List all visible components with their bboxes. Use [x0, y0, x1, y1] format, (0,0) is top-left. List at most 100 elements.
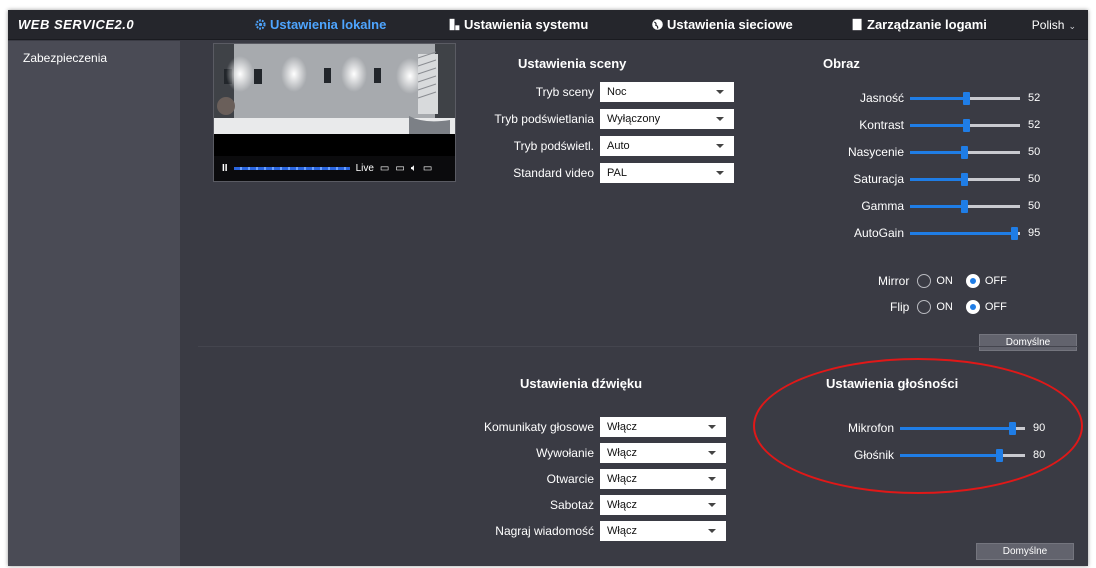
tab-network-settings[interactable]: Ustawienia sieciowe [651, 17, 793, 32]
image-slider-slider[interactable] [910, 172, 1020, 186]
volume-slider-slider[interactable] [900, 421, 1025, 435]
scene-field-row: Tryb podświetl. Auto [486, 136, 734, 156]
sound-field-select[interactable]: Włącz [600, 417, 726, 437]
image-slider-fill [910, 231, 1015, 235]
image-slider-slider[interactable] [910, 226, 1020, 240]
image-slider-row: AutoGain 95 [814, 226, 1040, 240]
image-slider-row: Nasycenie 50 [814, 145, 1040, 159]
image-slider-label: Nasycenie [847, 145, 904, 159]
image-slider-label: AutoGain [853, 226, 904, 240]
scene-field-select[interactable]: Auto [600, 136, 734, 156]
sound-field-value: Włącz [607, 499, 637, 511]
chevron-down-icon [708, 477, 716, 481]
chevron-down-icon [716, 171, 724, 175]
sound-field-label: Otwarcie [546, 472, 594, 486]
volume-settings-title: Ustawienia głośności [826, 376, 959, 391]
image-slider-value: 50 [1028, 200, 1041, 212]
chevron-down-icon [716, 117, 724, 121]
image-default-button[interactable]: Domyślne [979, 334, 1077, 351]
image-slider-thumb[interactable] [961, 145, 968, 159]
tab-local-settings[interactable]: Ustawienia lokalne [254, 17, 386, 32]
video-progress-bar[interactable] [233, 167, 350, 170]
tab-log-management[interactable]: Zarządzanie logami [851, 17, 987, 32]
volume-slider-fill [900, 453, 1000, 457]
volume-slider-thumb[interactable] [996, 448, 1003, 462]
brand-logo: WEB SERVICE2.0 [18, 17, 135, 32]
image-slider-label: Jasność [859, 91, 904, 105]
image-slider-slider[interactable] [910, 199, 1020, 213]
chevron-down-icon [716, 144, 724, 148]
chevron-down-icon [708, 503, 716, 507]
sidebar-item-security[interactable]: Zabezpieczenia [8, 41, 180, 65]
image-slider-thumb[interactable] [1011, 226, 1018, 240]
sound-field-label: Wywołanie [536, 446, 594, 460]
image-slider-fill [910, 123, 967, 127]
sound-field-label: Nagraj wiadomość [495, 524, 594, 538]
scene-field-select[interactable]: Wyłączony [600, 109, 734, 129]
language-select[interactable]: Polish ⌄ [1032, 18, 1076, 32]
volume-slider-label: Mikrofon [847, 421, 894, 435]
image-slider-thumb[interactable] [963, 118, 970, 132]
sound-field-select[interactable]: Włącz [600, 443, 726, 463]
scene-field-value: Auto [607, 140, 630, 152]
tab-system-settings[interactable]: Ustawienia systemu [448, 17, 588, 32]
video-controls: II Live ▭ ▭ 🔈︎ ▭ [214, 156, 455, 181]
scene-field-select[interactable]: Noc [600, 82, 734, 102]
image-slider-slider[interactable] [910, 118, 1020, 132]
image-slider-label: Gamma [861, 199, 904, 213]
chevron-down-icon: ⌄ [1068, 21, 1076, 31]
tab-system-settings-label: Ustawienia systemu [464, 17, 589, 32]
image-slider-thumb[interactable] [961, 199, 968, 213]
record-icon[interactable]: ▭ [380, 163, 389, 174]
flip-off-radio[interactable] [965, 300, 980, 314]
sound-field-value: Włącz [607, 447, 637, 459]
volume-icon[interactable]: 🔈︎ [411, 163, 417, 174]
sound-field-value: Włącz [607, 421, 637, 433]
scene-field-value: Wyłączony [607, 113, 661, 125]
image-slider-row: Kontrast 52 [814, 118, 1040, 132]
mirror-off-radio[interactable] [965, 274, 980, 288]
scene-field-label: Tryb podświetl. [513, 139, 594, 153]
image-slider-slider[interactable] [910, 145, 1020, 159]
mirror-on-radio[interactable] [917, 274, 932, 288]
image-slider-fill [910, 177, 965, 181]
live-label: Live [355, 163, 374, 174]
image-slider-value: 52 [1028, 119, 1041, 131]
video-preview[interactable]: II Live ▭ ▭ 🔈︎ ▭ [213, 43, 456, 182]
tab-network-settings-label: Ustawienia sieciowe [667, 17, 793, 32]
flip-on-radio[interactable] [917, 300, 932, 314]
image-slider-value: 52 [1028, 92, 1041, 104]
scene-field-label: Tryb podświetlania [494, 112, 594, 126]
image-slider-slider[interactable] [910, 91, 1020, 105]
image-slider-thumb[interactable] [963, 91, 970, 105]
sound-field-value: Włącz [607, 473, 637, 485]
pause-icon[interactable]: II [222, 163, 228, 174]
volume-default-button[interactable]: Domyślne [976, 543, 1074, 560]
sound-field-row: Wywołanie Włącz [476, 443, 726, 463]
image-slider-row: Saturacja 50 [814, 172, 1040, 186]
camera-image [214, 44, 455, 134]
scene-field-row: Standard video PAL [486, 163, 734, 183]
image-slider-fill [910, 150, 965, 154]
gear-icon [255, 19, 266, 30]
flip-option: Flip ON OFF [890, 300, 1007, 314]
image-slider-value: 50 [1028, 173, 1041, 185]
sound-field-select[interactable]: Włącz [600, 521, 726, 541]
sound-field-select[interactable]: Włącz [600, 495, 726, 515]
volume-slider-slider[interactable] [900, 448, 1025, 462]
fullscreen-icon[interactable]: ▭ [423, 163, 432, 174]
snapshot-icon[interactable]: ▭ [395, 163, 404, 174]
sound-field-row: Komunikaty głosowe Włącz [476, 417, 726, 437]
volume-slider-thumb[interactable] [1009, 421, 1016, 435]
volume-slider-fill [900, 426, 1013, 430]
image-slider-row: Jasność 52 [814, 91, 1040, 105]
image-slider-thumb[interactable] [961, 172, 968, 186]
flip-label: Flip [890, 300, 910, 314]
sound-field-select[interactable]: Włącz [600, 469, 726, 489]
sound-field-row: Otwarcie Włącz [476, 469, 726, 489]
scene-field-select[interactable]: PAL [600, 163, 734, 183]
language-value: Polish [1031, 18, 1065, 32]
image-settings-title: Obraz [823, 56, 860, 71]
scene-field-row: Tryb podświetlania Wyłączony [486, 109, 734, 129]
image-slider-row: Gamma 50 [814, 199, 1040, 213]
